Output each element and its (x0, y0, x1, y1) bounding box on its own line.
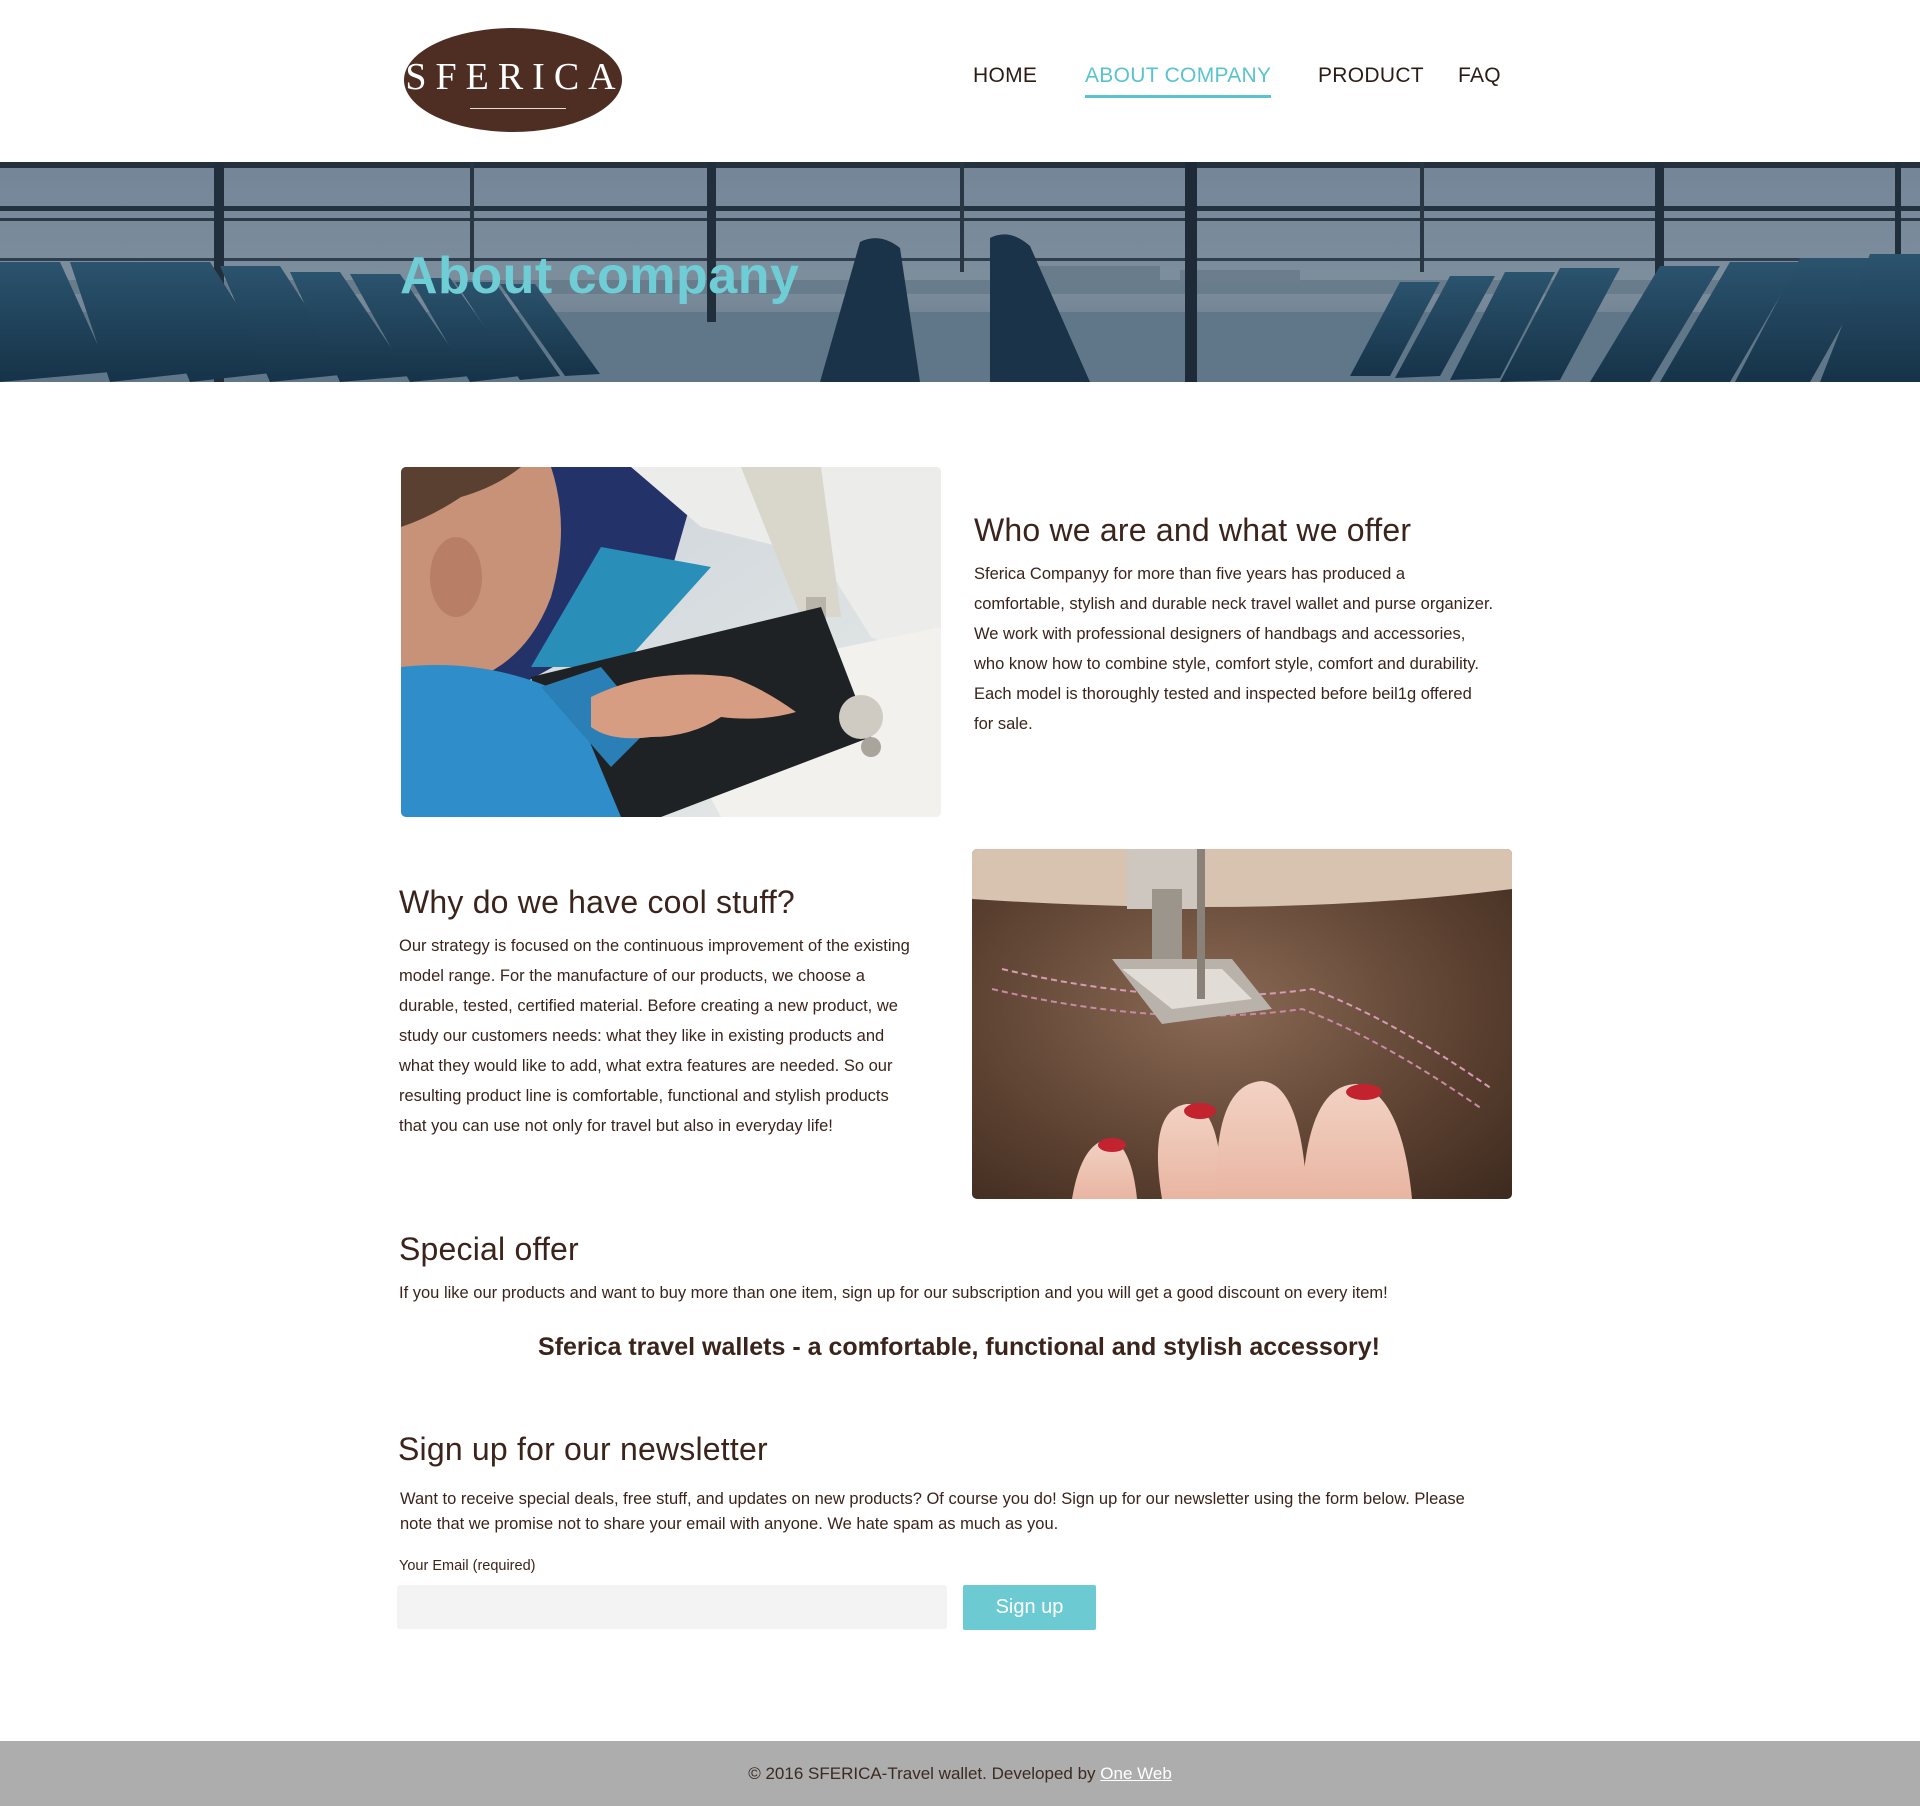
special-offer-text: If you like our products and want to buy… (399, 1284, 1388, 1302)
nav-item-about-company[interactable]: ABOUT COMPANY (1085, 64, 1272, 98)
why-cool-stuff-heading: Why do we have cool stuff? (399, 884, 795, 920)
sewing-machine-leather-photo (972, 849, 1512, 1199)
why-cool-stuff-text: Our strategy is focused on the continuou… (399, 937, 910, 1135)
page-title: About company (400, 247, 800, 305)
email-field[interactable] (397, 1585, 947, 1629)
who-we-are-text: Sferica Companyy for more than five year… (974, 565, 1494, 733)
nav-item-home[interactable]: HOME (973, 64, 1037, 88)
hero-banner: About company (0, 162, 1920, 382)
logo-underline (470, 108, 566, 109)
footer-copyright-text: © 2016 SFERICA-Travel wallet. Developed … (748, 1764, 1101, 1783)
airport-lounge-image (0, 162, 1920, 382)
site-header: SFERICA HOME ABOUT COMPANY PRODUCT FAQ (0, 0, 1920, 162)
newsletter-text: Want to receive special deals, free stuf… (400, 1490, 1465, 1533)
footer-copyright: © 2016 SFERICA-Travel wallet. Developed … (0, 1741, 1920, 1806)
logo-text: SFERICA (405, 56, 625, 98)
email-label: Your Email (required) (399, 1558, 536, 1574)
sferica-logo[interactable]: SFERICA (404, 28, 622, 132)
man-sewing-photo (401, 467, 941, 817)
nav-item-faq[interactable]: FAQ (1458, 64, 1501, 88)
newsletter-heading: Sign up for our newsletter (398, 1431, 768, 1467)
signup-button[interactable]: Sign up (963, 1585, 1096, 1630)
tagline: Sferica travel wallets - a comfortable, … (538, 1333, 1380, 1361)
who-we-are-heading: Who we are and what we offer (974, 512, 1412, 548)
nav-item-product[interactable]: PRODUCT (1318, 64, 1424, 88)
footer-developer-link[interactable]: One Web (1100, 1764, 1172, 1783)
special-offer-heading: Special offer (399, 1231, 579, 1267)
site-footer: © 2016 SFERICA-Travel wallet. Developed … (0, 1741, 1920, 1806)
